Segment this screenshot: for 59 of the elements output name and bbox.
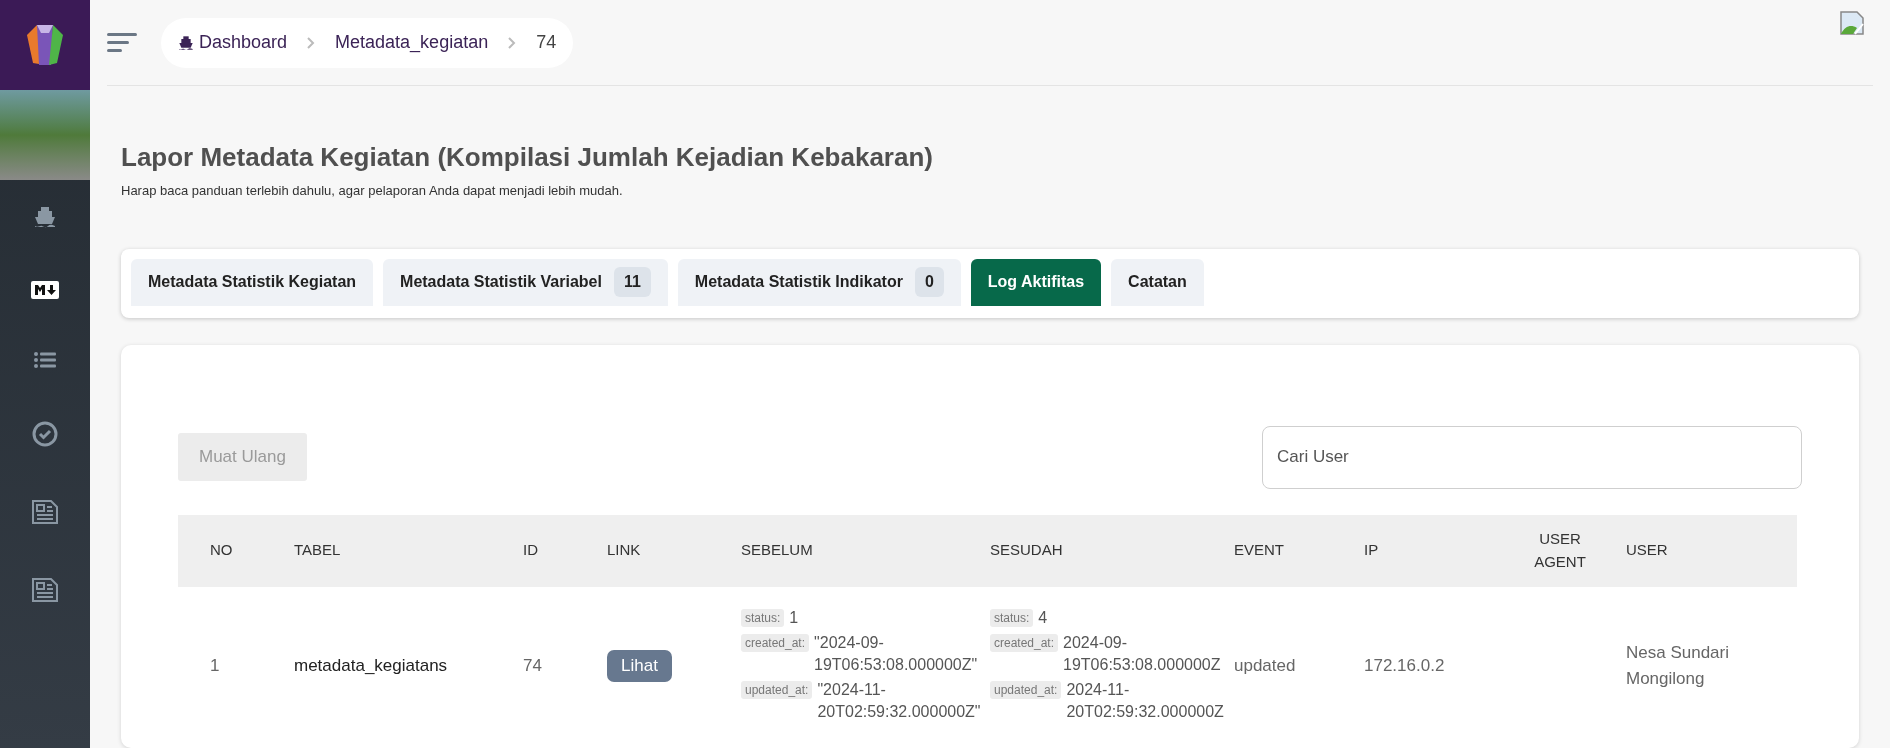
tab-label: Catatan xyxy=(1128,272,1187,292)
field-key-tag: updated_at: xyxy=(741,680,813,699)
tab-label: Metadata Statistik Kegiatan xyxy=(148,272,357,292)
field-value: "2024-11-20T02:59:32.000000Z" xyxy=(817,679,981,722)
document-icon[interactable] xyxy=(31,577,59,603)
page-subtitle: Harap baca panduan terlebih dahulu, agar pelaporan Anda dapat menjadi lebih mudah. xyxy=(121,182,624,200)
table-cell: 1 xyxy=(210,656,220,676)
tab[interactable]: Metadata Statistik Indikator 0 xyxy=(677,258,961,306)
table-cell: updated xyxy=(1234,656,1296,676)
column-header: ID xyxy=(523,541,538,559)
field-value: "2024-09-19T06:53:08.000000Z" xyxy=(814,632,978,675)
field-value: 2024-11-20T02:59:32.000000Z xyxy=(1066,679,1224,722)
field-key-tag: created_at: xyxy=(741,633,810,652)
list-icon[interactable] xyxy=(34,351,56,369)
column-header: USER AGENT xyxy=(1533,529,1587,572)
count-badge: 0 xyxy=(914,267,944,297)
field-key-tag: status: xyxy=(741,608,785,627)
column-header: SESUDAH xyxy=(990,541,1063,559)
column-header: EVENT xyxy=(1234,541,1284,559)
table-cell-text: Nesa Sundari Mongilong xyxy=(1626,642,1730,690)
view-button[interactable]: Lihat xyxy=(607,650,672,682)
breadcrumb-link[interactable]: Metadata_kegiatan xyxy=(335,29,489,56)
field-key-tag: updated_at: xyxy=(990,680,1062,699)
column-header: USER xyxy=(1626,541,1668,559)
column-header: TABEL xyxy=(294,541,341,559)
chevron-right-icon xyxy=(508,36,517,49)
field-value: 2024-09-19T06:53:08.000000Z xyxy=(1063,632,1221,675)
page-title: Lapor Metadata Kegiatan (Kompilasi Jumlah Kejadian Kebakaran) xyxy=(121,141,934,174)
tab[interactable]: Log Aktifitas xyxy=(970,258,1102,306)
breadcrumb-link[interactable]: 74 xyxy=(536,29,557,56)
field-value: 4 xyxy=(1038,607,1048,628)
ship-icon[interactable] xyxy=(33,205,57,229)
breadcrumb-link[interactable]: Dashboard xyxy=(178,29,288,56)
chevron-right-icon xyxy=(307,36,316,49)
field-value: 1 xyxy=(789,607,799,628)
column-header: IP xyxy=(1364,541,1379,559)
tab-label: Metadata Statistik Indikator xyxy=(694,272,903,292)
markdown-icon[interactable] xyxy=(31,281,59,299)
column-header: SEBELUM xyxy=(741,541,813,559)
check-circle-icon[interactable] xyxy=(32,421,58,447)
document-icon[interactable] xyxy=(31,499,59,525)
field-key-tag: status: xyxy=(990,608,1034,627)
breadcrumb-label: Dashboard xyxy=(199,31,288,54)
menu-icon[interactable] xyxy=(107,32,137,53)
column-header: LINK xyxy=(607,541,641,559)
tab[interactable]: Metadata Statistik Variabel 11 xyxy=(383,258,668,306)
tab[interactable]: Metadata Statistik Kegiatan xyxy=(131,258,374,306)
tab-label: Log Aktifitas xyxy=(987,272,1085,292)
count-badge: 11 xyxy=(613,267,651,297)
tab[interactable]: Catatan xyxy=(1111,258,1204,306)
column-header: NO xyxy=(210,541,233,559)
field-key-tag: created_at: xyxy=(990,633,1059,652)
search-field[interactable]: Cari User xyxy=(1262,425,1802,489)
ship-icon xyxy=(178,34,194,51)
table-cell: 74 xyxy=(523,656,542,676)
broken-image-icon xyxy=(1839,10,1865,36)
table-cell: metadata_kegiatans xyxy=(294,656,448,676)
tab-label: Metadata Statistik Variabel xyxy=(400,272,602,292)
table-cell: 172.16.0.2 xyxy=(1364,656,1445,676)
